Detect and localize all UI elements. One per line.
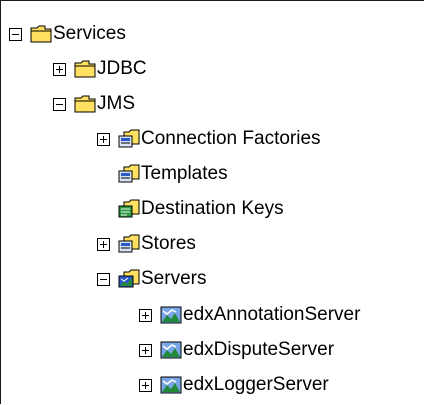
- expand-toggle[interactable]: [97, 132, 110, 146]
- collapse-toggle[interactable]: [53, 97, 66, 111]
- destination-keys-icon: [118, 199, 140, 218]
- tree-node-server[interactable]: edxDisputeServer: [139, 332, 334, 368]
- tree-node-server[interactable]: edxLoggerServer: [139, 367, 329, 403]
- tree-node-label: Stores: [141, 233, 196, 254]
- services-tree: Services JDBC JMS Connection Factories T…: [0, 0, 424, 404]
- jms-folder-icon: [118, 234, 140, 253]
- tree-node-label: Servers: [141, 268, 207, 289]
- tree-node-jdbc[interactable]: JDBC: [53, 51, 147, 87]
- expand-toggle[interactable]: [139, 378, 152, 392]
- tree-node-label: edxLoggerServer: [183, 374, 329, 395]
- tree-node-stores[interactable]: Stores: [97, 226, 196, 262]
- tree-node-jms[interactable]: JMS: [53, 86, 135, 122]
- tree-node-label: JMS: [97, 93, 135, 114]
- tree-node-label: edxAnnotationServer: [183, 304, 361, 325]
- jms-server-icon: [160, 306, 182, 324]
- tree-node-label: Connection Factories: [141, 128, 321, 149]
- folder-icon: [74, 60, 96, 78]
- tree-node-services[interactable]: Services: [9, 16, 126, 52]
- tree-node-label: JDBC: [97, 58, 147, 79]
- folder-icon: [30, 25, 52, 43]
- jms-servers-folder-icon: [118, 269, 140, 288]
- tree-node-server[interactable]: edxAnnotationServer: [139, 297, 360, 333]
- collapse-toggle[interactable]: [97, 272, 110, 286]
- jms-server-icon: [160, 341, 182, 359]
- tree-node-label: edxDisputeServer: [183, 339, 335, 360]
- tree-node-servers[interactable]: Servers: [97, 261, 206, 297]
- tree-node-label: Services: [53, 23, 126, 44]
- tree-node-label: Destination Keys: [141, 198, 284, 219]
- tree-node-templates[interactable]: Templates: [118, 156, 228, 192]
- folder-icon: [74, 95, 96, 113]
- expand-toggle[interactable]: [139, 343, 152, 357]
- jms-folder-icon: [118, 164, 140, 183]
- expand-toggle[interactable]: [53, 62, 66, 76]
- tree-node-destination-keys[interactable]: Destination Keys: [118, 191, 284, 227]
- tree-node-label: Templates: [141, 163, 228, 184]
- collapse-toggle[interactable]: [9, 27, 22, 41]
- expand-toggle[interactable]: [97, 237, 110, 251]
- expand-toggle[interactable]: [139, 308, 152, 322]
- jms-folder-icon: [118, 129, 140, 148]
- jms-server-icon: [160, 376, 182, 394]
- tree-node-connection-factories[interactable]: Connection Factories: [97, 121, 321, 157]
